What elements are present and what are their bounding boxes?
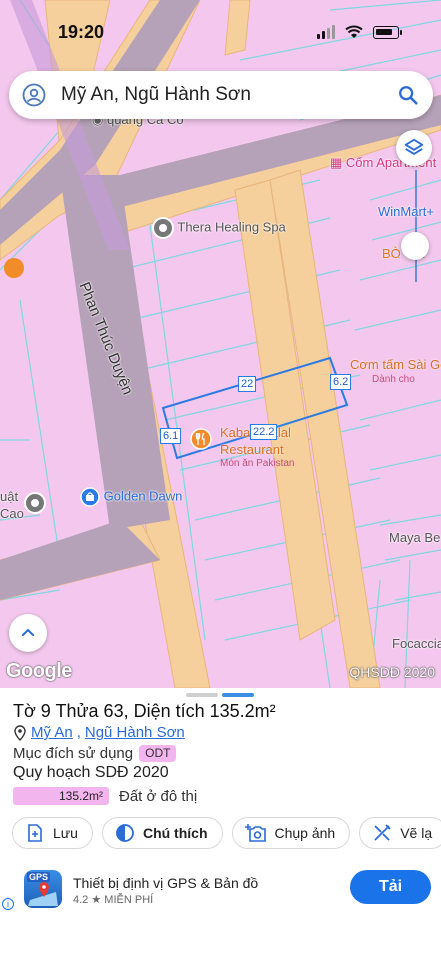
land-use-row: Mục đích sử dụng ODT — [13, 745, 177, 762]
wifi-icon — [345, 25, 363, 38]
land-use-code-badge: ODT — [139, 745, 177, 762]
ad-install-button[interactable]: Tải — [350, 870, 431, 904]
poi-pin[interactable] — [24, 492, 46, 517]
ad-info-icon[interactable]: i — [2, 898, 14, 910]
cellular-signal-icon — [317, 25, 335, 39]
ad-meta: 4.2 ★ MIỄN PHÍ — [73, 893, 153, 906]
plan-title: Quy hoạch SDĐ 2020 — [13, 764, 169, 781]
ad-price: MIỄN PHÍ — [104, 894, 154, 906]
location-pin-icon — [14, 724, 26, 741]
location-row: Mỹ An, Ngũ Hành Sơn — [13, 724, 185, 741]
poi-label-text[interactable]: Restaurant — [220, 442, 284, 457]
ad-app-icon[interactable]: GPS — [24, 870, 62, 908]
search-bar[interactable]: Mỹ An, Ngũ Hành Sơn — [9, 71, 433, 119]
battery-icon — [373, 25, 402, 39]
status-time: 19:20 — [58, 22, 105, 42]
parcel-dimension-bottom: 22.2 — [250, 424, 278, 440]
layers-button[interactable] — [396, 130, 432, 166]
poi-label-text[interactable]: Focaccia — [392, 636, 441, 651]
camera-add-icon — [244, 824, 266, 842]
expand-up-button[interactable] — [9, 614, 47, 652]
ad-banner[interactable]: i GPS Thiết bị định vị GPS & Bản đồ 4.2 … — [0, 864, 441, 924]
star-icon: ★ — [91, 894, 102, 906]
legend-button[interactable]: Chú thích — [101, 817, 223, 849]
draw-tools-icon — [374, 824, 391, 841]
search-query-text[interactable]: Mỹ An, Ngũ Hành Sơn — [61, 84, 251, 106]
account-icon[interactable] — [22, 83, 46, 107]
plan-area-bar: 135.2m² — [13, 787, 109, 805]
legend-label: Chú thích — [142, 825, 208, 841]
parcel-dimension-top: 22 — [238, 376, 257, 392]
opacity-slider-knob[interactable] — [401, 232, 429, 260]
layers-icon — [404, 138, 424, 155]
shopping-pin-icon — [80, 487, 100, 507]
status-bar: 19:20 — [0, 0, 441, 64]
layer-name-label: QHSDĐ 2020 — [349, 664, 435, 680]
chevron-up-icon — [22, 628, 34, 636]
ad-rating: 4.2 — [73, 894, 89, 906]
district-link[interactable]: Ngũ Hành Sơn — [85, 724, 185, 741]
save-button[interactable]: Lưu — [12, 817, 93, 849]
status-icons — [317, 25, 402, 39]
map-pin-icon — [28, 882, 58, 906]
poi-label[interactable]: Thera Healing Spa — [152, 217, 286, 239]
screenshot-button[interactable]: Chụp ảnh — [231, 817, 351, 849]
land-use-label: Mục đích sử dụng — [13, 745, 134, 762]
poi-label[interactable]: Cơm tấm Sài Go — [350, 357, 441, 372]
poi-label-text: Thera Healing Spa — [177, 219, 286, 235]
sheet-page-indicator[interactable] — [186, 693, 254, 697]
parcel-title: Tờ 9 Thửa 63, Diện tích 135.2m² — [13, 701, 276, 721]
plan-area-row: 135.2m² Đất ở đô thị — [13, 787, 197, 805]
parcel-info-sheet: Tờ 9 Thửa 63, Diện tích 135.2m² Mỹ An, N… — [0, 688, 441, 959]
poi-label-text[interactable]: Maya Be — [389, 530, 440, 545]
save-label: Lưu — [53, 825, 78, 841]
poi-sublabel: Món ăn Pakistan — [220, 458, 295, 469]
parcel-dimension-left: 6.1 — [160, 428, 182, 444]
restaurant-pin-icon — [190, 428, 212, 450]
poi-label-text: WinMart+ — [378, 204, 434, 219]
poi-label-text: Cơm tấm Sài Go — [350, 357, 441, 372]
poi-label-text: Golden Dawn — [103, 488, 183, 504]
screenshot-label: Chụp ảnh — [274, 825, 336, 841]
add-document-icon — [28, 824, 42, 842]
poi-label-text: uật — [0, 489, 19, 504]
poi-restaurant[interactable] — [190, 428, 212, 450]
google-logo: Google — [6, 660, 72, 682]
generic-pin-icon — [24, 492, 46, 514]
parcel-dimension-right: 6.2 — [330, 374, 352, 390]
ad-title[interactable]: Thiết bị định vị GPS & Bản đồ — [73, 875, 258, 891]
draw-label: Vẽ lạ — [400, 825, 433, 841]
draw-button[interactable]: Vẽ lạ — [359, 817, 441, 849]
spa-pin-icon — [152, 217, 174, 239]
ward-link[interactable]: Mỹ An — [31, 724, 73, 741]
map-view[interactable]: 19:20 Mỹ An, Ngũ Hành Sơn ◉ quang Ca Co … — [0, 0, 441, 688]
home-indicator-area — [0, 943, 441, 959]
plan-land-type: Đất ở đô thị — [119, 787, 198, 805]
search-icon[interactable] — [397, 84, 419, 106]
location-separator: , — [76, 724, 81, 741]
contrast-icon — [116, 824, 134, 842]
building-icon: ▦ — [330, 155, 346, 170]
poi-label-text: Cao — [0, 506, 24, 521]
poi-sublabel: Dành cho — [372, 374, 415, 385]
poi-label[interactable]: WinMart+ — [378, 204, 434, 219]
action-buttons: Lưu Chú thích Chụp ảnh Vẽ lạ — [12, 817, 441, 849]
poi-label[interactable]: Golden Dawn — [80, 487, 182, 507]
